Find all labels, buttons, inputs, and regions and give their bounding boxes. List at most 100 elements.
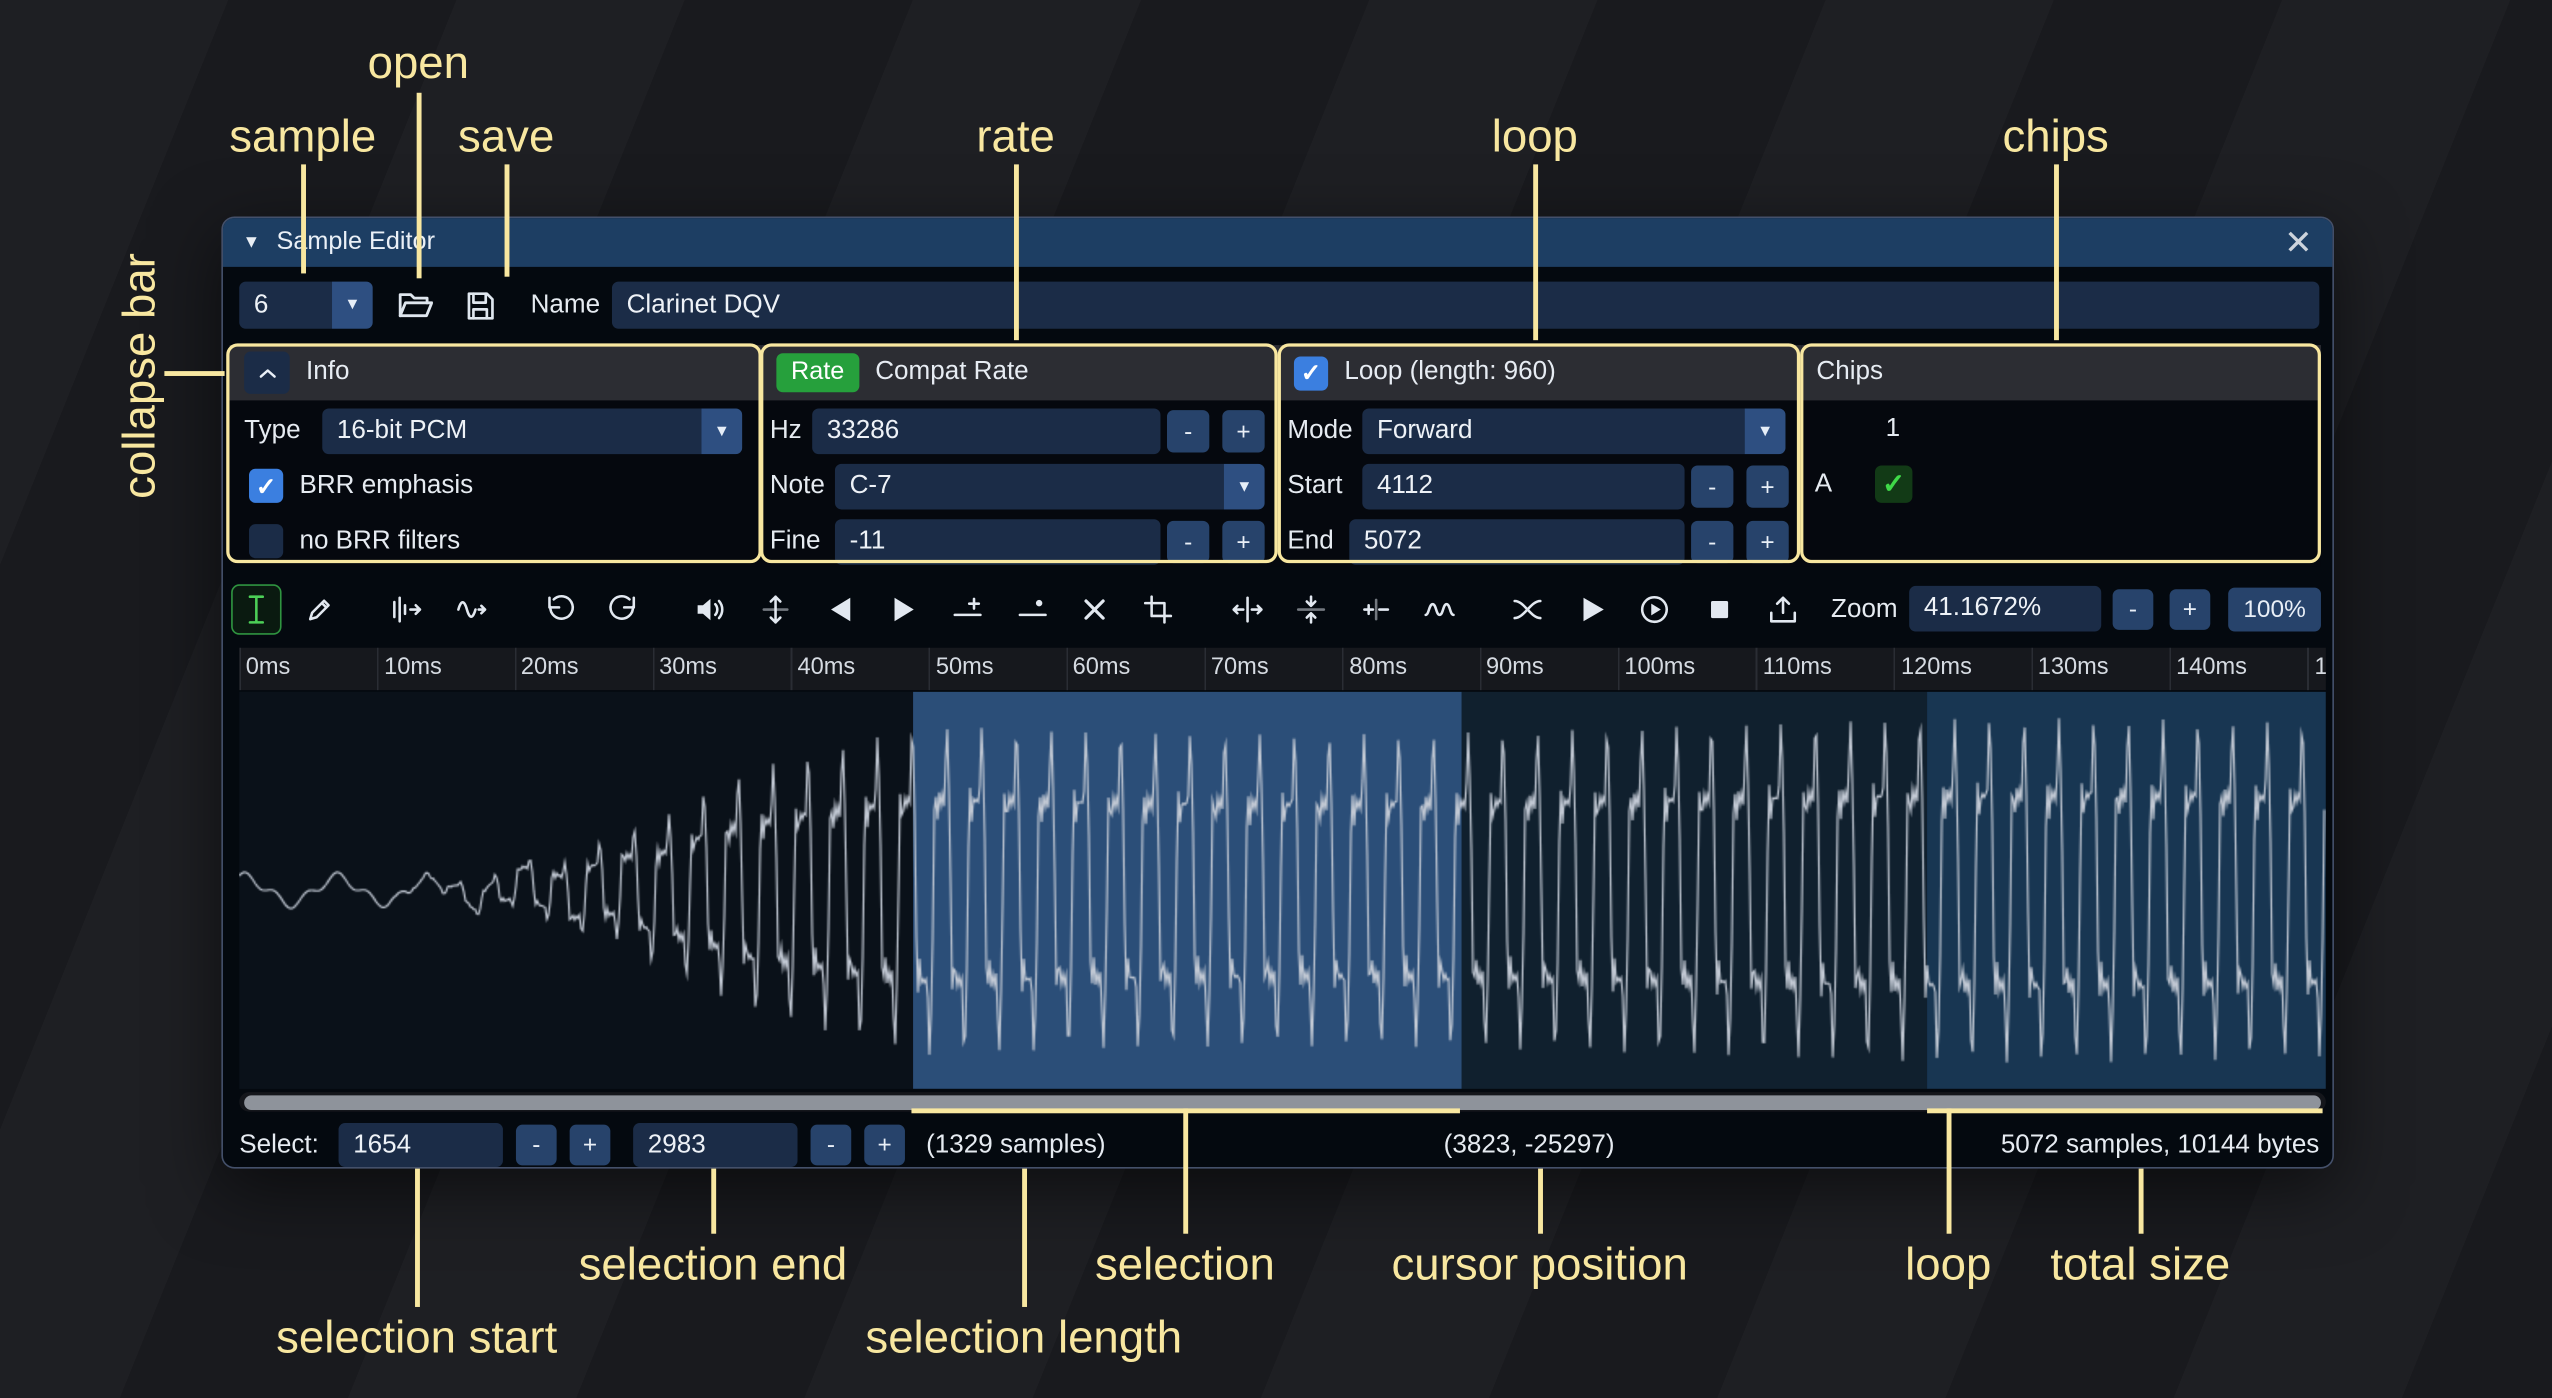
annotation-selection-end: selection end	[579, 1239, 848, 1291]
annotation-chips: chips	[2002, 111, 2108, 163]
annotation-line-open	[417, 93, 421, 279]
selection-start-minus-button[interactable]: -	[516, 1125, 557, 1166]
ruler-label: 50ms	[929, 654, 993, 680]
annotation-sample: sample	[229, 111, 376, 163]
crossfade-loop-button[interactable]	[1502, 584, 1552, 634]
reverse-button[interactable]	[1222, 584, 1272, 634]
selection-end-plus-button[interactable]: +	[864, 1125, 905, 1166]
resample-button[interactable]	[446, 584, 496, 634]
signed-unsigned-icon	[1359, 592, 1393, 626]
annotation-line-sample	[301, 164, 305, 273]
scrollbar-thumb[interactable]	[244, 1095, 2321, 1110]
total-size-text: 5072 samples, 10144 bytes	[2001, 1123, 2320, 1167]
name-input[interactable]: Clarinet DQV	[612, 282, 2319, 329]
selection-end-minus-button[interactable]: -	[811, 1125, 852, 1166]
insert-silence-button[interactable]	[942, 584, 992, 634]
chevron-down-icon[interactable]: ▼	[332, 282, 373, 329]
undo-button[interactable]	[534, 584, 584, 634]
annotation-line-chips	[2054, 164, 2058, 340]
open-button[interactable]	[386, 282, 441, 329]
select-label: Select:	[239, 1123, 319, 1167]
arrows-vertical-icon	[758, 592, 792, 626]
annotation-line-save	[505, 164, 509, 276]
annotation-selection: selection	[1095, 1239, 1275, 1291]
close-icon[interactable]: ✕	[2284, 225, 2313, 259]
ruler-label: 130ms	[2031, 654, 2108, 680]
annotation-save: save	[458, 111, 554, 163]
ruler-label: 80ms	[1343, 654, 1407, 680]
i-beam-icon	[239, 592, 273, 626]
ruler-label: 10ms	[378, 654, 442, 680]
rate-highlight-box	[760, 343, 1278, 563]
sample-selector[interactable]: 6 ▼	[239, 282, 372, 329]
upload-icon	[1766, 592, 1800, 626]
annotation-line-loop-region	[1947, 1108, 1951, 1233]
invert-button[interactable]	[1286, 584, 1336, 634]
resize-button[interactable]	[381, 584, 431, 634]
fade-in-button[interactable]	[815, 584, 865, 634]
annotation-line-rate	[1014, 164, 1018, 340]
waveform-canvas[interactable]	[239, 692, 2326, 1089]
ruler-label: 30ms	[653, 654, 717, 680]
selection-start-plus-button[interactable]: +	[570, 1125, 611, 1166]
annotation-total-size: total size	[2050, 1239, 2230, 1291]
titlebar[interactable]: ▼ Sample Editor ✕	[223, 218, 2332, 267]
ruler-label: 140ms	[2170, 654, 2247, 680]
window-collapse-icon[interactable]: ▼	[243, 233, 261, 253]
redo-icon	[607, 592, 641, 626]
draw-tool-button[interactable]	[295, 584, 345, 634]
sign-method-button[interactable]	[1351, 584, 1401, 634]
annotation-line-selection-end	[711, 1169, 715, 1234]
ruler-label: 90ms	[1479, 654, 1543, 680]
redo-button[interactable]	[599, 584, 649, 634]
normalize-button[interactable]	[750, 584, 800, 634]
annotation-selection-start: selection start	[276, 1312, 557, 1364]
zoom-value: 41.1672%	[1924, 594, 2041, 623]
name-value: Clarinet DQV	[627, 291, 780, 320]
reverse-icon	[1230, 592, 1264, 626]
insert-silence-icon	[951, 592, 985, 626]
select-tool-button[interactable]	[231, 584, 281, 634]
save-button[interactable]	[452, 282, 507, 329]
selection-end-input[interactable]: 2983	[633, 1123, 797, 1167]
zoom-reset-button[interactable]: 100%	[2228, 588, 2321, 632]
speaker-icon	[693, 592, 727, 626]
save-floppy-icon	[462, 287, 498, 323]
annotation-line-selection	[1183, 1108, 1187, 1233]
annotation-bracket-loop	[1927, 1108, 2323, 1112]
cursor-position-text: (3823, -25297)	[1444, 1123, 1615, 1167]
import-button[interactable]	[1758, 584, 1808, 634]
play-cursor-button[interactable]	[1629, 584, 1679, 634]
annotation-cursor-position: cursor position	[1392, 1239, 1688, 1291]
ruler-label: 40ms	[791, 654, 855, 680]
zoom-input[interactable]: 41.1672%	[1909, 586, 2101, 632]
zoom-label: Zoom	[1831, 584, 1898, 634]
filter-wave-icon	[1423, 592, 1457, 626]
chips-highlight-box	[1800, 343, 2321, 563]
delete-x-icon	[1077, 592, 1111, 626]
selection-start-value: 1654	[353, 1130, 411, 1159]
preview-button[interactable]	[1566, 584, 1616, 634]
selection-end-value: 2983	[648, 1130, 706, 1159]
time-ruler[interactable]: 0ms 10ms 20ms 30ms 40ms 50ms 60ms 70ms 8…	[239, 648, 2326, 690]
filter-button[interactable]	[1414, 584, 1464, 634]
undo-icon	[542, 592, 576, 626]
delete-button[interactable]	[1069, 584, 1119, 634]
trim-button[interactable]	[1133, 584, 1183, 634]
zoom-minus-button[interactable]: -	[2113, 589, 2154, 630]
fade-out-button[interactable]	[879, 584, 929, 634]
ruler-label: 100ms	[1618, 654, 1695, 680]
annotation-loop-region: loop	[1905, 1239, 1991, 1291]
annotation-open: open	[368, 37, 469, 89]
stop-button[interactable]	[1694, 584, 1744, 634]
ruler-label: 120ms	[1895, 654, 1972, 680]
apply-silence-button[interactable]	[1007, 584, 1057, 634]
selection-start-input[interactable]: 1654	[339, 1123, 503, 1167]
annotation-line-loop	[1533, 164, 1537, 340]
ruler-label: 20ms	[514, 654, 578, 680]
amplify-button[interactable]	[685, 584, 735, 634]
annotation-selection-length: selection length	[865, 1312, 1182, 1364]
zoom-plus-button[interactable]: +	[2170, 589, 2211, 630]
annotation-collapse-bar: collapse bar	[114, 253, 166, 499]
play-circle-icon	[1637, 592, 1671, 626]
